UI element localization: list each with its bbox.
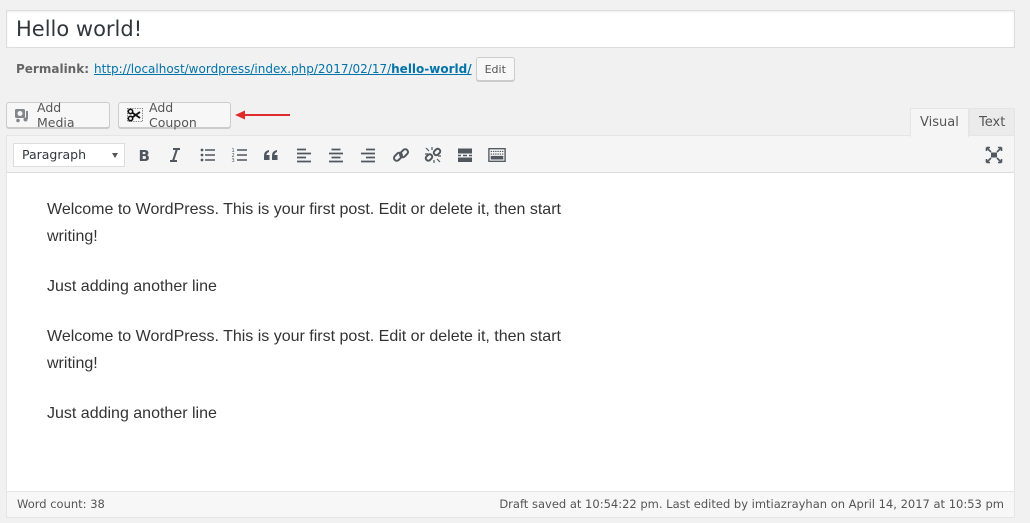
format-select-value: Paragraph <box>22 147 87 162</box>
keyboard-icon <box>488 148 506 162</box>
link-icon <box>393 148 409 162</box>
fullscreen-button[interactable] <box>983 144 1005 166</box>
add-coupon-label: Add Coupon <box>149 100 197 130</box>
unlink-icon <box>424 147 442 163</box>
content-paragraph: Just adding another line <box>47 278 217 295</box>
editor-frame: Paragraph B 1 2 3 Welcome to WordPress. … <box>6 135 1015 518</box>
insert-link-button[interactable] <box>390 144 412 166</box>
editor-status-bar: Word count: 38 Draft saved at 10:54:22 p… <box>7 491 1014 517</box>
media-icon <box>14 107 32 123</box>
align-right-icon <box>361 148 375 163</box>
add-media-button[interactable]: Add Media <box>6 100 110 130</box>
add-media-label: Add Media <box>37 100 75 130</box>
bulleted-list-button[interactable] <box>197 144 219 166</box>
svg-text:B: B <box>139 147 150 164</box>
permalink-url-base: http://localhost/wordpress/index.php/201… <box>94 62 392 76</box>
toolbar-toggle-button[interactable] <box>486 144 508 166</box>
content-paragraph: Just adding another line <box>47 405 217 422</box>
align-center-button[interactable] <box>325 144 347 166</box>
chevron-down-icon <box>112 153 118 158</box>
read-more-icon <box>458 148 472 162</box>
permalink-row: Permalink: http://localhost/wordpress/in… <box>16 56 515 82</box>
align-center-icon <box>329 148 343 163</box>
tab-visual[interactable]: Visual <box>910 108 969 137</box>
content-paragraph: Welcome to WordPress. This is your first… <box>47 328 561 372</box>
permalink-edit-button[interactable]: Edit <box>475 57 515 81</box>
blockquote-icon <box>264 150 278 160</box>
italic-button[interactable] <box>164 144 186 166</box>
align-left-button[interactable] <box>293 144 315 166</box>
post-editor: Hello world! Permalink: http://localhost… <box>0 0 1030 523</box>
word-count: Word count: 38 <box>17 497 105 511</box>
bulleted-list-icon <box>200 148 215 162</box>
scissors-icon <box>126 107 144 123</box>
draft-status: Draft saved at 10:54:22 pm. Last edited … <box>499 497 1004 511</box>
read-more-button[interactable] <box>454 144 476 166</box>
fullscreen-icon <box>985 146 1003 164</box>
editor-content[interactable]: Welcome to WordPress. This is your first… <box>47 196 607 450</box>
align-right-button[interactable] <box>357 144 379 166</box>
permalink-label: Permalink: <box>16 62 90 76</box>
editor-toolbar: Paragraph B 1 2 3 <box>7 136 1014 173</box>
align-left-icon <box>297 148 311 163</box>
post-title-input[interactable]: Hello world! <box>6 10 1015 48</box>
bold-icon: B <box>139 147 150 164</box>
numbered-list-icon: 1 2 3 <box>232 148 247 164</box>
format-select[interactable]: Paragraph <box>13 143 125 167</box>
add-coupon-button[interactable]: Add Coupon <box>118 100 231 130</box>
content-paragraph: Welcome to WordPress. This is your first… <box>47 201 561 245</box>
post-title-text: Hello world! <box>16 17 143 41</box>
tab-text[interactable]: Text <box>969 108 1016 136</box>
blockquote-button[interactable] <box>260 144 282 166</box>
svg-text:3: 3 <box>232 158 235 164</box>
numbered-list-button[interactable]: 1 2 3 <box>229 144 251 166</box>
permalink-slug: hello-world/ <box>391 62 472 76</box>
italic-icon <box>170 148 180 162</box>
arrow-left-icon <box>235 110 290 120</box>
remove-link-button[interactable] <box>422 144 444 166</box>
permalink-link[interactable]: http://localhost/wordpress/index.php/201… <box>94 62 472 76</box>
bold-button[interactable]: B <box>133 144 155 166</box>
